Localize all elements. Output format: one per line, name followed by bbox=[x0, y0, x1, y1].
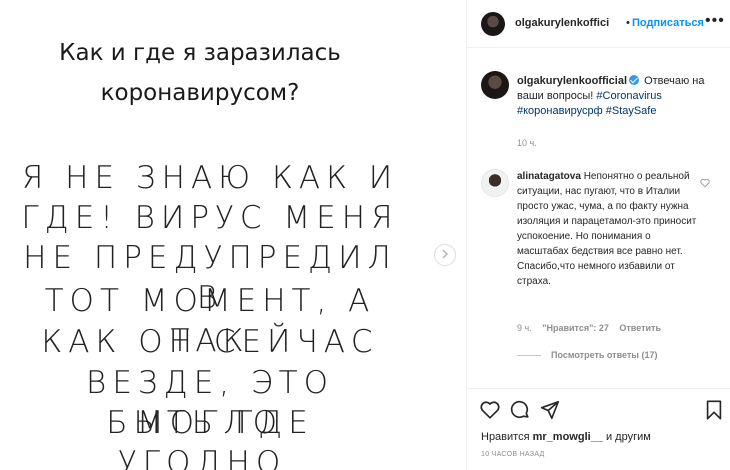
heart-icon[interactable] bbox=[479, 399, 501, 421]
commenter-username[interactable]: alinatagatova bbox=[517, 171, 581, 182]
bookmark-icon[interactable] bbox=[703, 399, 725, 421]
image-body-line-1: Я НЕ ЗНАЮ КАК И bbox=[21, 160, 399, 196]
hashtag-koronavirusrf[interactable]: #коронавирусрф bbox=[517, 105, 603, 117]
reply-button[interactable]: Ответить bbox=[619, 323, 661, 333]
image-title-line-1: Как и где я заразилась bbox=[59, 40, 341, 66]
image-body-line-2: ГДЕ! ВИРУС МЕНЯ bbox=[21, 200, 399, 236]
comment-like-icon[interactable] bbox=[700, 175, 710, 188]
caption-text: olgakurylenkoofficial Отвечаю на ваши во… bbox=[517, 74, 722, 119]
view-replies-button[interactable]: Посмотреть ответы (17) bbox=[517, 350, 657, 360]
post-header: olgakurylenkoffici • Подписаться ••• bbox=[467, 0, 730, 48]
image-title-line-2: коронавирусом? bbox=[100, 80, 300, 106]
comment-likes-count[interactable]: "Нравится": 27 bbox=[542, 323, 609, 333]
hashtag-coronavirus[interactable]: #Coronavirus bbox=[596, 90, 661, 102]
replies-divider bbox=[517, 354, 541, 356]
chevron-right-icon bbox=[440, 246, 450, 264]
next-image-button[interactable] bbox=[434, 244, 456, 266]
image-body-line-5: КАК ОН СЕЙЧАС bbox=[41, 324, 379, 360]
follow-button[interactable]: Подписаться bbox=[632, 17, 704, 29]
caption-avatar[interactable] bbox=[481, 71, 509, 99]
author-username[interactable]: olgakurylenkoffici bbox=[515, 17, 609, 29]
commenter-avatar[interactable] bbox=[481, 169, 509, 197]
instagram-post: Как и где я заразилась коронавирусом? Я … bbox=[0, 0, 730, 470]
verified-badge-icon bbox=[629, 75, 640, 85]
likes-summary: Нравится mr_mowgli__ и другим bbox=[481, 431, 651, 443]
comment-message: Непонятно о реальной ситуации, нас пугаю… bbox=[517, 171, 697, 287]
post-actions: Нравится mr_mowgli__ и другим 10 ЧАСОВ Н… bbox=[467, 388, 730, 470]
likes-suffix: и другим bbox=[602, 431, 651, 443]
view-replies-label: Посмотреть ответы (17) bbox=[551, 350, 658, 360]
comment-text: alinatagatova Непонятно о реальной ситуа… bbox=[517, 169, 702, 289]
more-icon: ••• bbox=[705, 12, 725, 29]
hashtag-staysafe[interactable]: #StaySafe bbox=[606, 105, 657, 117]
more-options-button[interactable]: ••• bbox=[705, 12, 725, 30]
likes-user[interactable]: mr_mowgli__ bbox=[533, 431, 603, 443]
header-separator: • bbox=[626, 17, 630, 29]
post-sidebar: olgakurylenkoffici • Подписаться ••• olg… bbox=[466, 0, 730, 470]
comment-icon[interactable] bbox=[509, 399, 531, 421]
post-image[interactable]: Как и где я заразилась коронавирусом? Я … bbox=[0, 0, 465, 470]
caption-username[interactable]: olgakurylenkoofficial bbox=[517, 75, 627, 87]
caption-timestamp[interactable]: 10 ч. bbox=[517, 138, 537, 148]
likes-prefix: Нравится bbox=[481, 431, 533, 443]
share-icon[interactable] bbox=[539, 399, 561, 421]
comments-section: olgakurylenkoofficial Отвечаю на ваши во… bbox=[467, 49, 730, 389]
image-body-line-7: БЫТЬ ГДЕ УГОДНО. bbox=[106, 405, 314, 470]
comment-timestamp[interactable]: 9 ч. bbox=[517, 323, 532, 333]
author-avatar[interactable] bbox=[481, 12, 505, 36]
comment-meta: 9 ч. "Нравится": 27 Ответить bbox=[517, 323, 669, 333]
post-timestamp[interactable]: 10 ЧАСОВ НАЗАД bbox=[481, 451, 545, 458]
